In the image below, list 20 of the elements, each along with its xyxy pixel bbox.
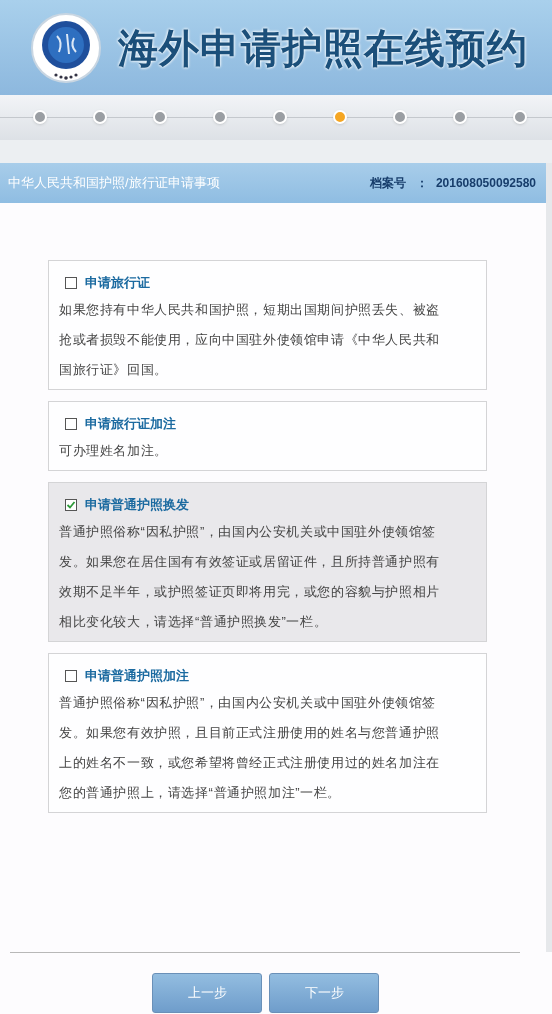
option-description: 普通护照俗称“因私护照”，由国内公安机关或中国驻外使领馆签发。如果您在居住国有有效签证或居留证件，且所持普通护照有效期不足半年，或护照签证页即将用完，或您的容貌与护照相片相比变化较大，请选择“普通护照换发”一栏。 xyxy=(59,523,441,631)
option-description: 如果您持有中华人民共和国护照，短期出国期间护照丢失、被盗抢或者损毁不能使用，应向中国驻外使领馆申请《中华人民共和国旅行证》回国。 xyxy=(59,301,441,379)
checkbox[interactable] xyxy=(65,670,77,682)
checkbox[interactable] xyxy=(65,418,77,430)
option-label: 申请旅行证 xyxy=(85,274,150,293)
section-title: 中华人民共和国护照/旅行证申请事项 xyxy=(8,174,220,193)
site-title: 海外申请护照在线预约 xyxy=(118,24,528,72)
option-label: 申请普通护照加注 xyxy=(85,667,189,686)
separator: ： xyxy=(415,175,428,192)
option-label: 申请旅行证加注 xyxy=(85,415,176,434)
file-number: 201608050092580 xyxy=(435,175,536,192)
file-label: 档案号 xyxy=(369,175,406,192)
logo-icon xyxy=(30,11,102,84)
option-label: 申请普通护照换发 xyxy=(85,496,189,515)
checkbox[interactable] xyxy=(65,499,77,511)
step-button[interactable]: 下一步 xyxy=(269,973,379,1013)
option-description: 普通护照俗称“因私护照”，由国内公安机关或中国驻外使领馆签发。如果您有效护照，且目前正式注册使用的姓名与您普通护照上的姓名不一致，或您希望将曾经正式注册使用过的姓名加注在您的普通护照上，请选择“普通护照加注”一栏。 xyxy=(59,694,441,802)
option-description: 可办理姓名加注。 xyxy=(59,442,169,460)
step-button[interactable]: 上一步 xyxy=(152,973,262,1013)
checkbox[interactable] xyxy=(65,277,77,289)
